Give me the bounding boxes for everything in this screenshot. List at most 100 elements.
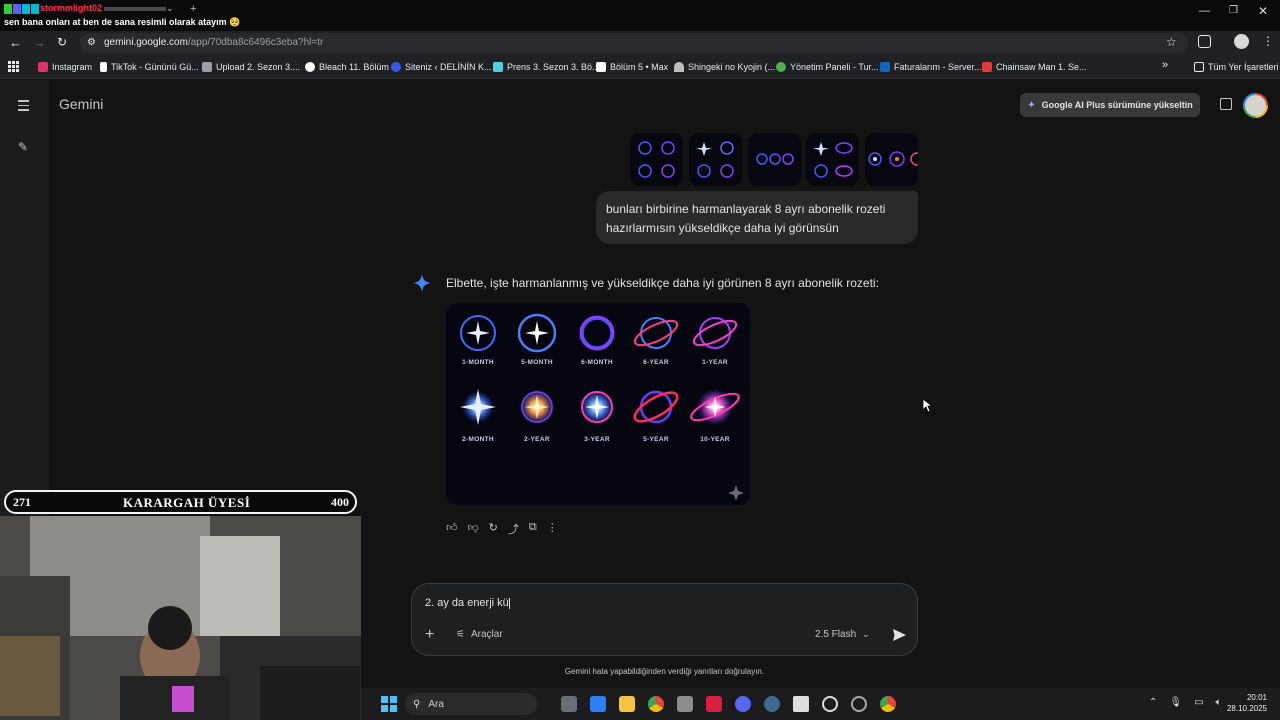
uploaded-image-thumb[interactable]	[806, 133, 859, 186]
reload-icon[interactable]: ↻	[57, 35, 67, 49]
badge-preview	[696, 141, 734, 178]
stream-username: stormmlight02	[40, 3, 103, 13]
steam-icon[interactable]	[764, 696, 780, 712]
restore-button[interactable]: ❐	[1229, 5, 1238, 16]
site-icon	[493, 62, 503, 72]
minimize-button[interactable]: —	[1199, 5, 1210, 17]
uploaded-image-thumb[interactable]	[630, 133, 683, 186]
bookmark-star-icon[interactable]: ☆	[1166, 35, 1177, 49]
bookmark-item[interactable]: Upload 2. Sezon 3....	[202, 59, 300, 75]
more-bookmarks-icon[interactable]: »	[1162, 59, 1168, 71]
model-selector[interactable]: 2.5 Flash ⌄	[815, 629, 870, 640]
badge-label: 10-YEAR	[700, 436, 730, 443]
app-icons	[4, 4, 40, 14]
uploaded-image-thumb[interactable]	[748, 133, 801, 186]
browser-menu-icon[interactable]: ⋮	[1262, 34, 1274, 48]
bleach-icon	[305, 62, 315, 72]
store-icon[interactable]	[590, 696, 606, 712]
clock[interactable]: 20:01 28.10.2025	[1217, 692, 1267, 714]
text-caret	[508, 597, 510, 609]
wordpress-icon	[391, 62, 401, 72]
browser-title-bar: stormmlight02 ⌄ + sen bana onları at ben…	[0, 0, 1280, 31]
bookmark-item[interactable]: Bleach 11. Bölüm	[305, 59, 389, 75]
app-icon[interactable]	[851, 696, 867, 712]
account-avatar[interactable]	[1243, 93, 1268, 118]
apps-grid-icon[interactable]	[8, 61, 19, 72]
windows-taskbar: ⚲ Ara ⌃ 🎙︎ ▭ 🔈︎ 20:01 28.10.2025	[361, 688, 1280, 720]
chevron-up-icon[interactable]: ⌃	[1149, 697, 1157, 708]
task-view-icon[interactable]	[561, 696, 577, 712]
copy-icon[interactable]: ⧉	[529, 521, 537, 537]
extensions-icon[interactable]	[1198, 35, 1211, 48]
discord-icon[interactable]	[735, 696, 751, 712]
all-bookmarks-folder[interactable]: Tüm Yer İşaretleri	[1194, 59, 1279, 75]
bookmark-item[interactable]: Chainsaw Man 1. Se...	[982, 59, 1087, 75]
menu-icon[interactable]	[18, 100, 29, 111]
sparkle-icon: ✦	[1027, 99, 1036, 111]
app-icon[interactable]	[677, 696, 693, 712]
file-explorer-icon[interactable]	[619, 696, 635, 712]
bookmark-item[interactable]: Instagram	[38, 59, 92, 75]
badge-label: 3-YEAR	[584, 436, 610, 443]
forward-icon[interactable]: →	[33, 35, 46, 50]
goal-current: 271	[13, 495, 31, 509]
bookmark-item[interactable]: Prens 3. Sezon 3. Bö...	[493, 59, 600, 75]
system-tray: ⌃ 🎙︎ ▭ 🔈︎	[1149, 697, 1222, 708]
thumbs-down-icon[interactable]: 👎︎	[468, 521, 479, 537]
new-chat-icon[interactable]: ✎	[18, 140, 28, 154]
chatgpt-icon[interactable]	[822, 696, 838, 712]
max-icon	[596, 62, 606, 72]
prompt-input[interactable]: 2. ay da enerji kü	[425, 597, 825, 613]
microphone-icon[interactable]: 🎙︎	[1169, 697, 1182, 708]
bookmark-item[interactable]: Yönetim Paneli - Tur...	[776, 59, 879, 75]
site-icon	[202, 62, 212, 72]
taskbar-search[interactable]: ⚲ Ara	[405, 693, 537, 715]
add-attachment-button[interactable]: +	[425, 626, 434, 644]
upgrade-button[interactable]: ✦ Google AI Plus sürümüne yükseltin	[1020, 93, 1200, 117]
gemini-brand[interactable]: Gemini	[59, 96, 103, 112]
response-actions: 👍︎ 👎︎ ↻ ⤴ ⧉ ⋮	[446, 521, 558, 537]
uploaded-image-thumb[interactable]	[865, 133, 918, 186]
site-info-icon[interactable]: ⚙	[87, 37, 96, 48]
share-icon[interactable]: ⤴	[508, 521, 519, 537]
send-button[interactable]	[888, 624, 910, 646]
site-icon	[776, 62, 786, 72]
epic-games-icon[interactable]	[793, 696, 809, 712]
regenerate-icon[interactable]: ↻	[489, 521, 498, 537]
badge-preview	[638, 141, 675, 178]
profile-avatar[interactable]	[1234, 34, 1249, 49]
new-tab-button[interactable]: +	[190, 3, 196, 15]
url-domain: gemini.google.com	[104, 37, 188, 48]
webcam-scene	[0, 516, 361, 720]
send-icon	[892, 629, 906, 641]
tools-icon: ⚟	[456, 629, 465, 640]
tools-button[interactable]: ⚟ Araçlar	[456, 629, 503, 640]
address-bar[interactable]: ⚙ gemini.google.com/app/70dba8c6496c3eba…	[80, 33, 1188, 53]
tab-strip-divider	[104, 7, 166, 11]
thumbs-up-icon[interactable]: 👍︎	[446, 521, 458, 537]
bookmarks-bar: Instagram TikTok - Günün­ü Gü... Upload …	[0, 55, 1280, 79]
bookmark-item[interactable]: Faturalarım - Server...	[880, 59, 982, 75]
goal-target: 400	[331, 495, 349, 509]
generated-image[interactable]: 1-MONTH 5-MONTH 6-MONTH 6-YEAR 1-YEAR 2-…	[446, 303, 750, 505]
chrome-icon[interactable]	[648, 696, 664, 712]
app-icon[interactable]	[706, 696, 722, 712]
bookmark-item[interactable]: TikTok - Günün­ü Gü...	[100, 59, 199, 75]
close-button[interactable]: ✕	[1258, 4, 1268, 18]
temporary-chat-icon[interactable]	[1220, 98, 1232, 110]
browser-toolbar: ← → ↻ ⚙ gemini.google.com/app/70dba8c649…	[0, 31, 1280, 55]
more-options-icon[interactable]: ⋮	[547, 521, 558, 537]
taskbar-apps	[561, 696, 896, 712]
bookmark-item[interactable]: Bölüm 5 • Max	[596, 59, 668, 75]
uploaded-image-thumb[interactable]	[689, 133, 742, 186]
mouse-cursor-icon	[923, 399, 933, 413]
tab-chevron-icon[interactable]: ⌄	[166, 3, 174, 14]
back-icon[interactable]: ←	[9, 35, 22, 50]
bookmark-item[interactable]: Shingeki no Kyojin (...	[674, 59, 775, 75]
display-icon[interactable]: ▭	[1194, 697, 1203, 708]
stream-chat-message: sen bana onları at ben de sana resimli o…	[4, 17, 241, 27]
start-button[interactable]	[381, 696, 397, 712]
bookmark-item[interactable]: Siteniz ‹ DELİNİN K...	[391, 59, 492, 75]
chrome-icon[interactable]	[880, 696, 896, 712]
badge-label: 6-MONTH	[581, 359, 613, 366]
